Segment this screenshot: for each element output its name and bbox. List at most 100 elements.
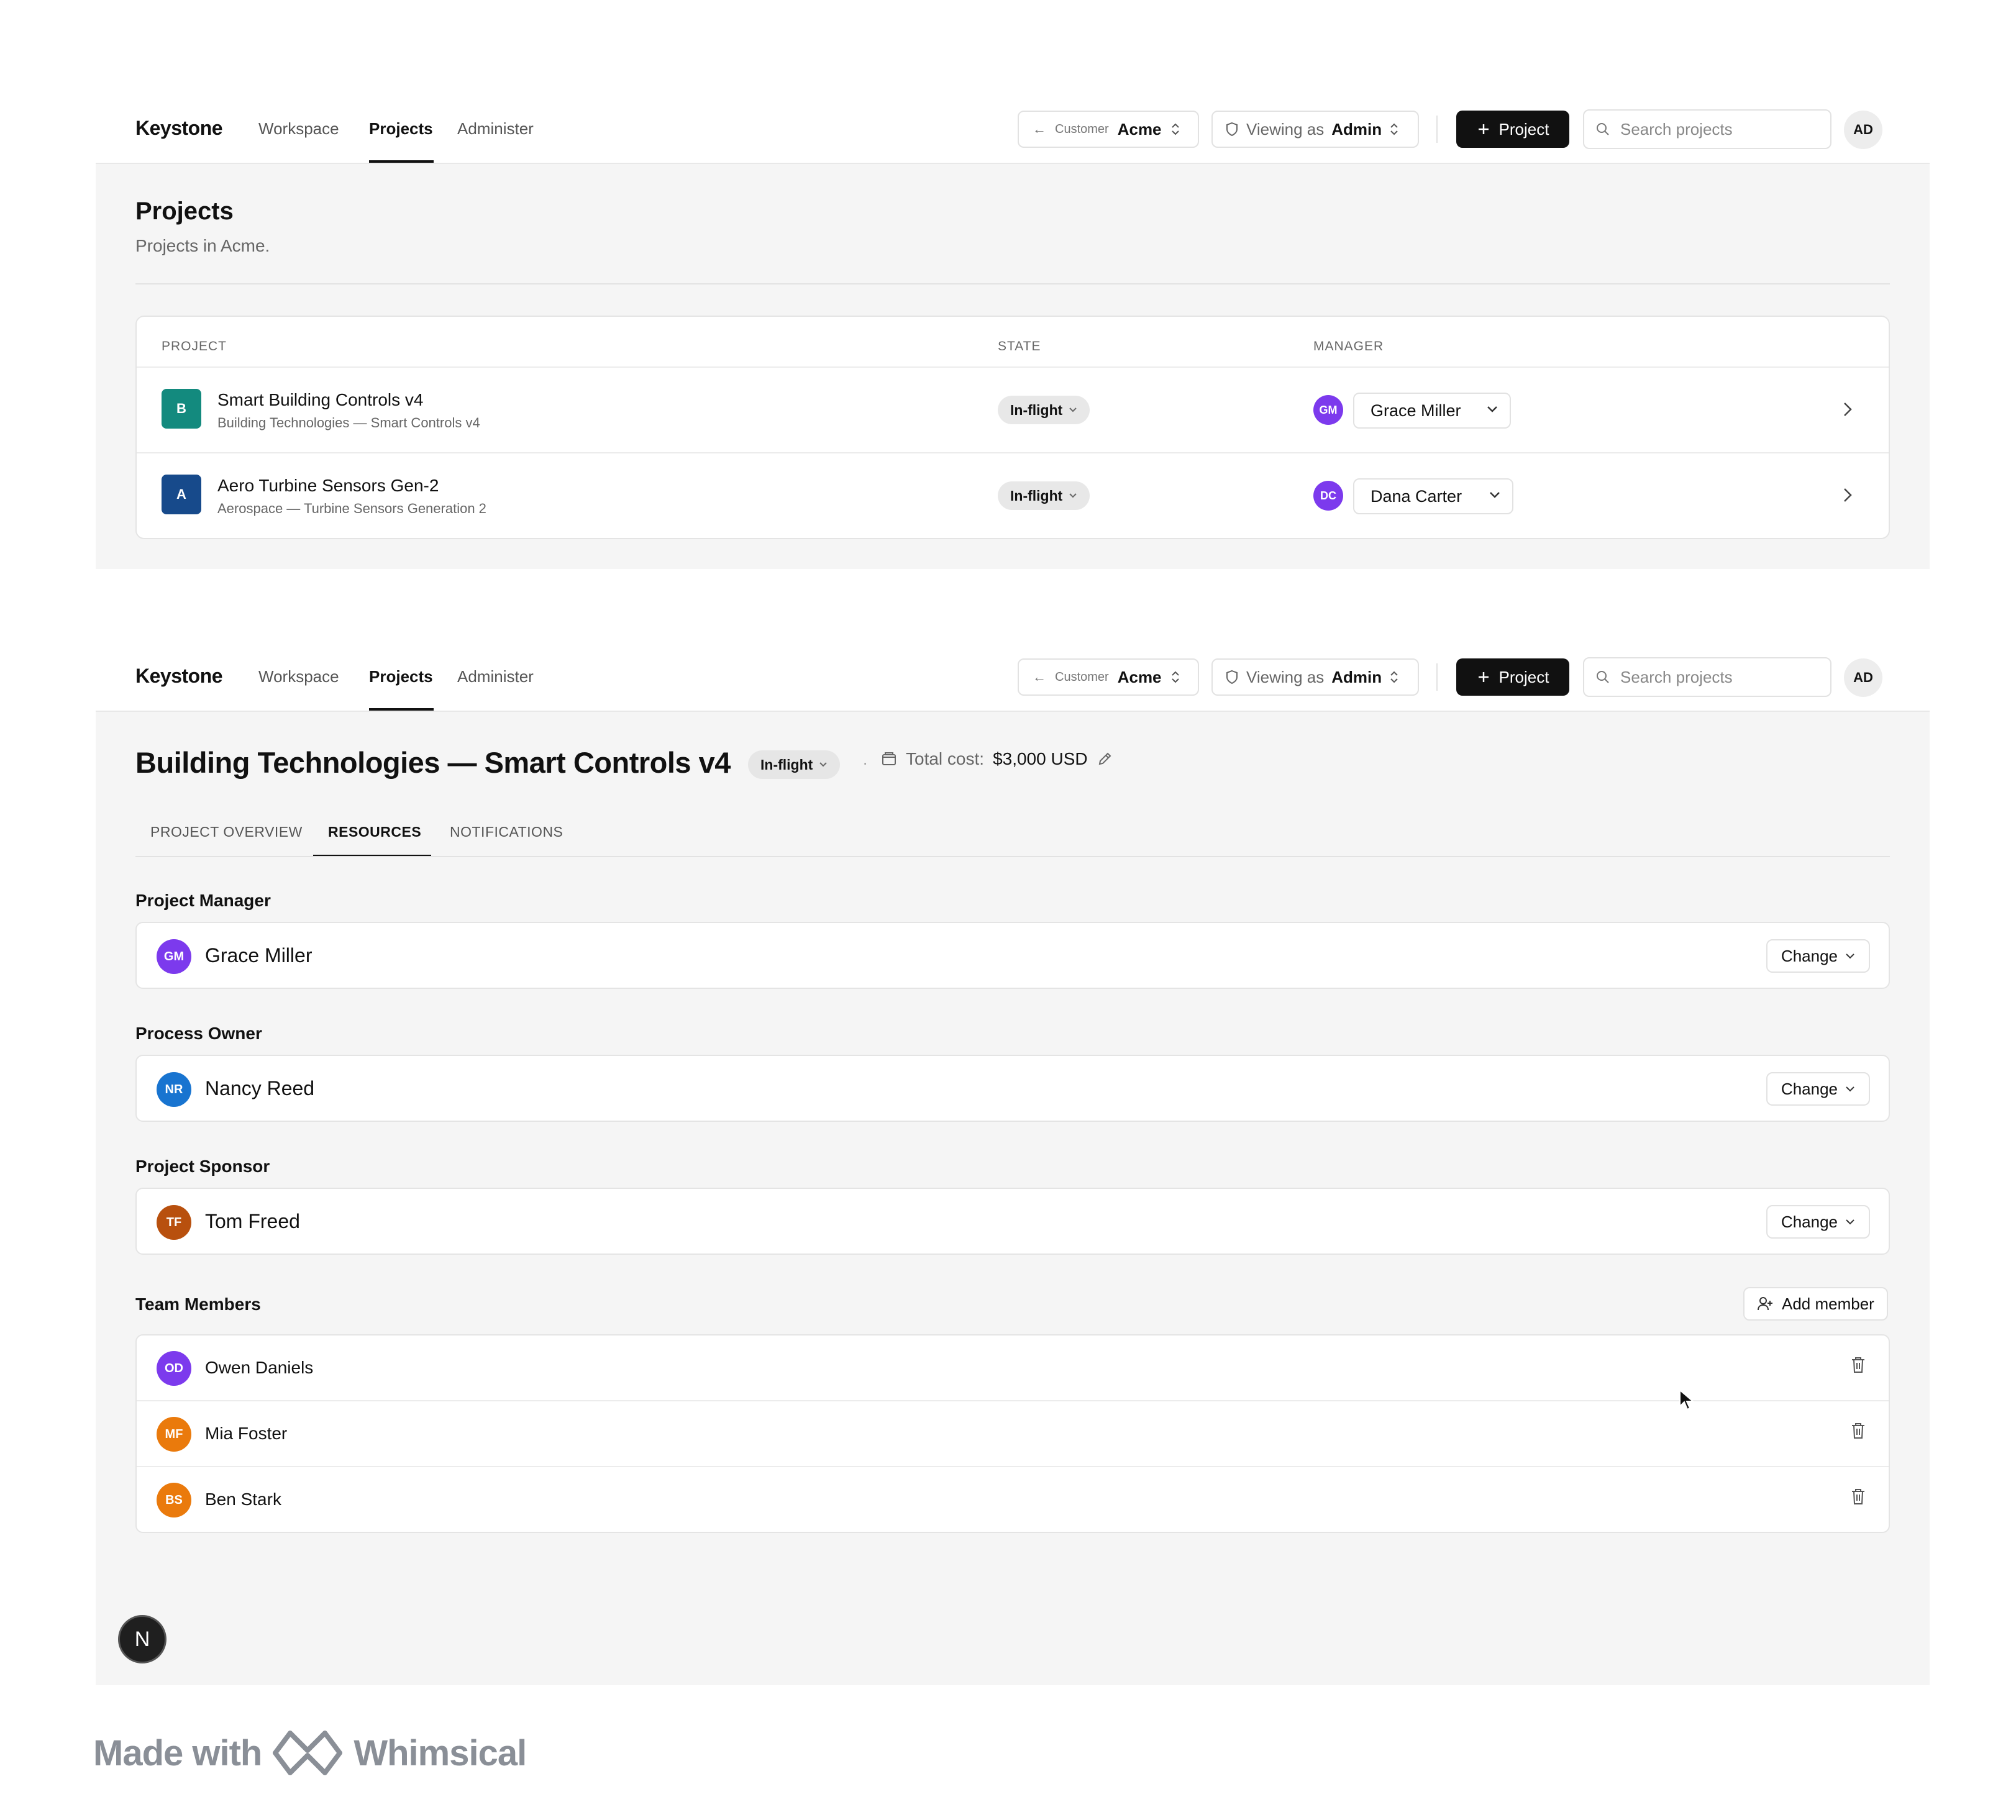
search-input[interactable]: Search projects <box>1583 657 1831 697</box>
cost-value: $3,000 USD <box>993 749 1088 768</box>
section-label-project-manager: Project Manager <box>135 891 271 910</box>
chevron-right-icon[interactable] <box>1841 486 1854 504</box>
state-label: In-flight <box>760 756 813 773</box>
divider <box>135 283 1890 284</box>
chevron-down-icon <box>819 762 828 767</box>
new-project-label: Project <box>1498 667 1549 686</box>
tab-resources[interactable]: RESOURCES <box>328 824 421 840</box>
project-name[interactable]: Smart Building Controls v4 <box>217 390 423 410</box>
chevron-down-icon <box>1846 1086 1854 1092</box>
change-button[interactable]: Change <box>1766 939 1870 973</box>
state-dropdown[interactable]: In-flight <box>998 481 1090 510</box>
change-label: Change <box>1781 1212 1838 1231</box>
column-header-state: STATE <box>998 339 1041 353</box>
list-item: MF Mia Foster <box>137 1401 1889 1467</box>
nav-active-underline <box>369 708 434 711</box>
manager-select[interactable]: Dana Carter <box>1353 478 1513 514</box>
chevron-down-icon <box>1490 492 1500 498</box>
table-row[interactable]: A Aero Turbine Sensors Gen-2 Aerospace —… <box>137 453 1889 538</box>
list-item: BS Ben Stark <box>137 1467 1889 1533</box>
new-project-label: Project <box>1498 119 1549 139</box>
cursor-icon <box>1679 1389 1695 1411</box>
shield-icon <box>1226 122 1238 137</box>
divider <box>1436 116 1438 143</box>
chevron-down-icon <box>1846 1219 1854 1225</box>
person-name: Nancy Reed <box>205 1077 315 1099</box>
avatar: OD <box>157 1351 191 1386</box>
avatar: GM <box>1313 395 1343 425</box>
tab-project-overview[interactable]: PROJECT OVERVIEW <box>150 824 303 840</box>
change-label: Change <box>1781 946 1838 965</box>
viewing-as-switcher[interactable]: Viewing as Admin <box>1211 111 1419 148</box>
table-row[interactable]: B Smart Building Controls v4 Building Te… <box>137 368 1889 452</box>
avatar: TF <box>157 1205 191 1240</box>
state-dropdown[interactable]: In-flight <box>998 396 1090 424</box>
user-avatar[interactable]: AD <box>1844 111 1882 149</box>
new-project-button[interactable]: Project <box>1456 111 1569 148</box>
chevron-down-icon <box>1487 406 1497 412</box>
search-input[interactable]: Search projects <box>1583 109 1831 149</box>
project-subtitle: Aerospace — Turbine Sensors Generation 2 <box>217 501 486 516</box>
nav-projects[interactable]: Projects <box>369 667 433 686</box>
new-project-button[interactable]: Project <box>1456 658 1569 696</box>
column-header-project: PROJECT <box>162 339 227 353</box>
viewing-as-label: Viewing as <box>1246 667 1325 686</box>
trash-icon[interactable] <box>1850 1355 1866 1374</box>
divider <box>135 856 1890 857</box>
change-button[interactable]: Change <box>1766 1072 1870 1106</box>
viewing-as-switcher[interactable]: Viewing as Admin <box>1211 658 1419 696</box>
search-icon <box>1597 671 1609 683</box>
manager-select[interactable]: Grace Miller <box>1353 393 1511 429</box>
section-label-project-sponsor: Project Sponsor <box>135 1157 270 1176</box>
member-name: Owen Daniels <box>205 1358 314 1377</box>
cost-label: Total cost: <box>906 749 985 768</box>
state-label: In-flight <box>1010 401 1063 418</box>
process-owner-card: NR Nancy Reed Change <box>135 1055 1890 1122</box>
tab-notifications[interactable]: NOTIFICATIONS <box>450 824 563 840</box>
chevron-right-icon[interactable] <box>1841 400 1854 419</box>
nav-active-underline <box>369 160 434 163</box>
state-dropdown[interactable]: In-flight <box>748 750 841 779</box>
nav-projects[interactable]: Projects <box>369 119 433 139</box>
plus-icon <box>1478 124 1489 134</box>
project-sponsor-card: TF Tom Freed Change <box>135 1188 1890 1255</box>
made-with-label: Made with <box>93 1732 262 1773</box>
page-subtitle: Projects in Acme. <box>135 236 270 255</box>
customer-small-label: Customer <box>1055 122 1109 136</box>
customer-switcher[interactable]: ← Customer Acme <box>1018 111 1199 148</box>
nav-administer[interactable]: Administer <box>457 667 534 686</box>
viewing-as-value: Admin <box>1331 667 1382 686</box>
nav-workspace[interactable]: Workspace <box>258 119 339 139</box>
search-placeholder: Search projects <box>1620 119 1733 139</box>
search-icon <box>1597 123 1609 135</box>
trash-icon[interactable] <box>1850 1421 1866 1440</box>
back-arrow-icon: ← <box>1033 121 1046 137</box>
pencil-icon[interactable] <box>1097 751 1113 767</box>
change-label: Change <box>1781 1079 1838 1098</box>
customer-switcher[interactable]: ← Customer Acme <box>1018 658 1199 696</box>
project-name[interactable]: Aero Turbine Sensors Gen-2 <box>217 476 439 496</box>
updown-chevron-icon <box>1390 123 1398 135</box>
divider <box>1436 663 1438 691</box>
add-member-button[interactable]: Add member <box>1743 1287 1888 1321</box>
nav-workspace[interactable]: Workspace <box>258 667 339 686</box>
project-icon: A <box>162 475 201 514</box>
manager-name: Grace Miller <box>1371 401 1461 420</box>
avatar: DC <box>1313 481 1343 511</box>
column-header-manager: MANAGER <box>1313 339 1384 353</box>
member-name: Ben Stark <box>205 1490 281 1509</box>
project-manager-card: GM Grace Miller Change <box>135 922 1890 989</box>
person-name: Grace Miller <box>205 944 312 967</box>
user-avatar[interactable]: AD <box>1844 658 1882 697</box>
manager-name: Dana Carter <box>1371 486 1462 506</box>
whimsical-logo-icon <box>273 1731 343 1775</box>
customer-small-label: Customer <box>1055 670 1109 684</box>
change-button[interactable]: Change <box>1766 1205 1870 1239</box>
dev-tools-badge[interactable]: N <box>118 1615 166 1663</box>
section-label-process-owner: Process Owner <box>135 1024 262 1043</box>
trash-icon[interactable] <box>1850 1487 1866 1506</box>
team-members-list: OD Owen Daniels MF Mia Foster BS Ben Sta… <box>135 1334 1890 1533</box>
nav-administer[interactable]: Administer <box>457 119 534 139</box>
chevron-down-icon <box>1846 953 1854 959</box>
projects-table: PROJECT STATE MANAGER B Smart Building C… <box>135 316 1890 539</box>
